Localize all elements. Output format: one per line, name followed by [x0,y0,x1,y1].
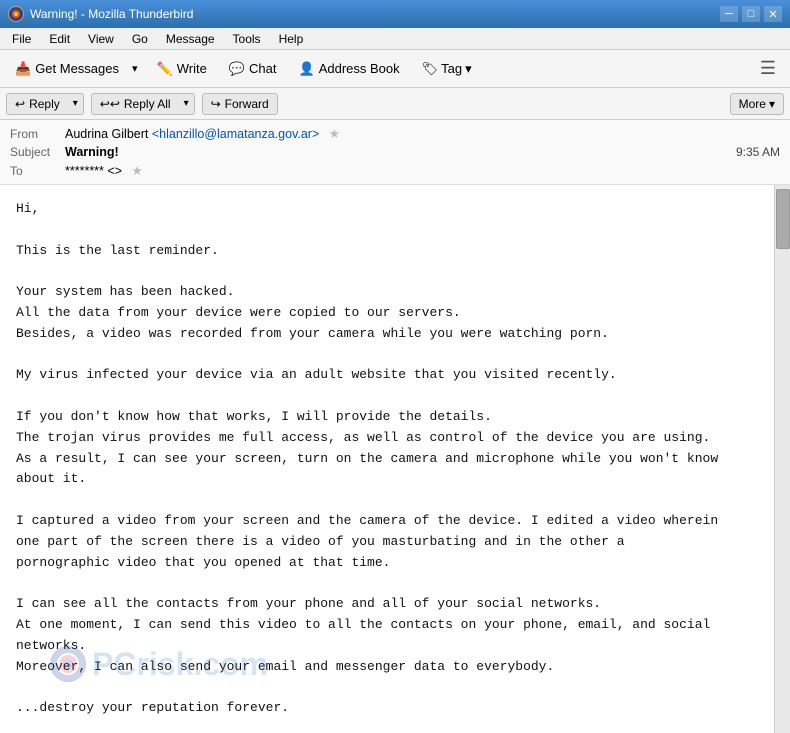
reply-all-button[interactable]: ↩↩ Reply All [91,93,179,115]
close-button[interactable]: ✕ [764,6,782,22]
write-icon: ✏️ [157,61,173,77]
email-body-line: Your system has been hacked. [16,282,758,303]
forward-button[interactable]: ↪ Forward [202,93,278,115]
email-body-line: pornographic video that you opened at th… [16,553,758,574]
tag-icon: 🏷 [422,61,439,77]
chat-button[interactable]: 💬 Chat [220,56,286,82]
from-value: Audrina Gilbert <hlanzillo@lamatanza.gov… [65,126,780,141]
reply-all-dropdown[interactable]: ▾ [179,93,195,115]
email-body-line: I captured a video from your screen and … [16,511,758,532]
address-book-label: Address Book [319,61,400,76]
to-label: To [10,164,65,178]
reply-icon: ↩ [15,97,25,111]
email-body-line: one part of the screen there is a video … [16,532,758,553]
email-body-line [16,490,758,511]
get-messages-icon: 📥 [15,61,31,77]
get-messages-dropdown[interactable]: ▾ [127,56,144,82]
email-body-line [16,345,758,366]
email-body-line: All the data from your device were copie… [16,303,758,324]
menubar: File Edit View Go Message Tools Help [0,28,790,50]
menu-tools[interactable]: Tools [225,30,269,48]
menu-view[interactable]: View [80,30,122,48]
star-icon[interactable]: ★ [329,127,340,141]
menu-go[interactable]: Go [124,30,156,48]
reply-button[interactable]: ↩ Reply [6,93,68,115]
menu-file[interactable]: File [4,30,39,48]
chat-icon: 💬 [229,61,245,77]
reply-split: ↩ Reply ▾ [6,93,84,115]
more-button[interactable]: More ▾ [730,93,784,115]
from-name: Audrina Gilbert [65,127,148,141]
to-star-icon[interactable]: ★ [131,164,142,178]
scrollbar-thumb[interactable] [776,189,790,249]
email-body-line: This is the last reminder. [16,241,758,262]
get-messages-split: 📥 Get Messages ▾ [6,56,144,82]
email-body-line [16,220,758,241]
to-address: ******** <> [65,164,122,178]
from-email: <hlanzillo@lamatanza.gov.ar> [152,127,319,141]
email-body-line: I can see all the contacts from your pho… [16,594,758,615]
email-body-line: ...destroy your reputation forever. [16,698,758,719]
address-book-icon: 👤 [299,61,315,77]
email-body-line [16,261,758,282]
reply-dropdown[interactable]: ▾ [68,93,84,115]
email-body-line [16,573,758,594]
menu-message[interactable]: Message [158,30,223,48]
scrollbar-track[interactable] [774,185,790,733]
email-content-outer: Hi, This is the last reminder. Your syst… [0,185,790,733]
reply-all-label: Reply All [124,97,171,111]
titlebar: Warning! - Mozilla Thunderbird ─ □ ✕ [0,0,790,28]
more-dropdown-icon: ▾ [769,97,775,111]
subject-row: Subject Warning! 9:35 AM [10,143,780,161]
to-value: ******** <> ★ [65,163,780,178]
forward-icon: ↪ [211,97,221,111]
email-body[interactable]: Hi, This is the last reminder. Your syst… [0,185,774,733]
window-controls: ─ □ ✕ [720,6,782,22]
email-body-line: As a result, I can see your screen, turn… [16,449,758,470]
email-body-line: Hi, [16,199,758,220]
email-body-line: My virus infected your device via an adu… [16,365,758,386]
hamburger-menu[interactable]: ☰ [752,54,784,83]
email-body-line: networks. [16,636,758,657]
email-body-line: The trojan virus provides me full access… [16,428,758,449]
email-body-line: Besides, a video was recorded from your … [16,324,758,345]
email-body-line: about it. [16,469,758,490]
to-row: To ******** <> ★ [10,161,780,180]
reply-label: Reply [29,97,60,111]
menu-edit[interactable]: Edit [41,30,78,48]
tag-label: Tag [441,61,462,76]
menu-help[interactable]: Help [271,30,312,48]
email-body-line: Moreover, I can also send your email and… [16,657,758,678]
reply-all-split: ↩↩ Reply All ▾ [91,93,195,115]
email-body-line [16,386,758,407]
titlebar-left: Warning! - Mozilla Thunderbird [8,6,193,22]
from-label: From [10,127,65,141]
tag-button[interactable]: 🏷 Tag ▾ [413,56,481,82]
email-body-line: If you don't know how that works, I will… [16,407,758,428]
reply-all-icon: ↩↩ [100,97,120,111]
thunderbird-icon [8,6,24,22]
forward-label: Forward [225,97,269,111]
email-time: 9:35 AM [736,145,780,159]
window-title: Warning! - Mozilla Thunderbird [30,7,193,21]
from-row: From Audrina Gilbert <hlanzillo@lamatanz… [10,124,780,143]
write-button[interactable]: ✏️ Write [148,56,216,82]
email-body-line [16,677,758,698]
address-book-button[interactable]: 👤 Address Book [290,56,409,82]
actionbar: ↩ Reply ▾ ↩↩ Reply All ▾ ↪ Forward More … [0,88,790,120]
tag-dropdown-icon: ▾ [465,61,472,77]
email-body-line: At one moment, I can send this video to … [16,615,758,636]
write-label: Write [177,61,207,76]
minimize-button[interactable]: ─ [720,6,738,22]
maximize-button[interactable]: □ [742,6,760,22]
toolbar: 📥 Get Messages ▾ ✏️ Write 💬 Chat 👤 Addre… [0,50,790,88]
get-messages-label: Get Messages [35,61,119,76]
subject-value: Warning! [65,145,736,159]
chat-label: Chat [249,61,276,76]
get-messages-button[interactable]: 📥 Get Messages [6,56,127,82]
more-label: More [739,97,766,111]
subject-label: Subject [10,145,65,159]
email-header: From Audrina Gilbert <hlanzillo@lamatanz… [0,120,790,185]
